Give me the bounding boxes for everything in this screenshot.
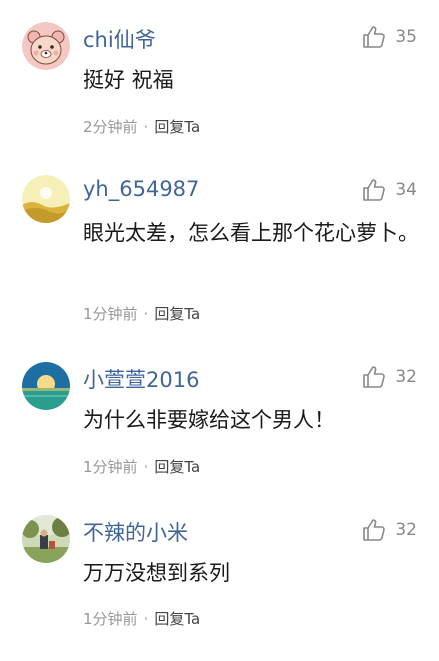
username[interactable]: 小萱萱2016 [83, 364, 199, 394]
separator-dot: · [143, 118, 149, 136]
username[interactable]: chi仙爷 [83, 24, 156, 54]
thumbs-up-icon [361, 364, 387, 390]
timestamp: 1分钟前 [83, 458, 138, 476]
cartoon-bear-avatar-icon[interactable] [22, 22, 70, 70]
like-button[interactable]: 34 [361, 177, 417, 203]
like-button[interactable]: 32 [361, 364, 417, 390]
timestamp: 1分钟前 [83, 610, 138, 628]
username[interactable]: 不辣的小米 [83, 517, 188, 547]
like-count: 34 [395, 180, 417, 200]
separator-dot: · [143, 610, 149, 628]
like-button[interactable]: 35 [361, 24, 417, 50]
like-count: 35 [395, 27, 417, 47]
like-button[interactable]: 32 [361, 517, 417, 543]
comment-meta: 2分钟前 · 回复Ta [83, 116, 200, 137]
reply-button[interactable]: 回复Ta [154, 305, 200, 323]
reply-button[interactable]: 回复Ta [154, 118, 200, 136]
comment-meta: 1分钟前 · 回复Ta [83, 456, 200, 477]
comment-meta: 1分钟前 · 回复Ta [83, 608, 200, 629]
reply-button[interactable]: 回复Ta [154, 610, 200, 628]
comment-text: 眼光太差，怎么看上那个花心萝卜。 [83, 221, 419, 245]
separator-dot: · [143, 458, 149, 476]
desert-sun-avatar-icon[interactable] [22, 175, 70, 223]
timestamp: 2分钟前 [83, 118, 138, 136]
timestamp: 1分钟前 [83, 305, 138, 323]
thumbs-up-icon [361, 517, 387, 543]
comment-text: 万万没想到系列 [83, 561, 230, 585]
comment-text: 挺好 祝福 [83, 68, 174, 92]
separator-dot: · [143, 305, 149, 323]
thumbs-up-icon [361, 177, 387, 203]
outdoor-photo-avatar-icon[interactable] [22, 515, 70, 563]
like-count: 32 [395, 520, 417, 540]
comment-text: 为什么非要嫁给这个男人！ [83, 408, 335, 432]
sunset-sea-avatar-icon[interactable] [22, 362, 70, 410]
username[interactable]: yh_654987 [83, 177, 199, 201]
thumbs-up-icon [361, 24, 387, 50]
reply-button[interactable]: 回复Ta [154, 458, 200, 476]
comment-meta: 1分钟前 · 回复Ta [83, 303, 200, 324]
like-count: 32 [395, 367, 417, 387]
